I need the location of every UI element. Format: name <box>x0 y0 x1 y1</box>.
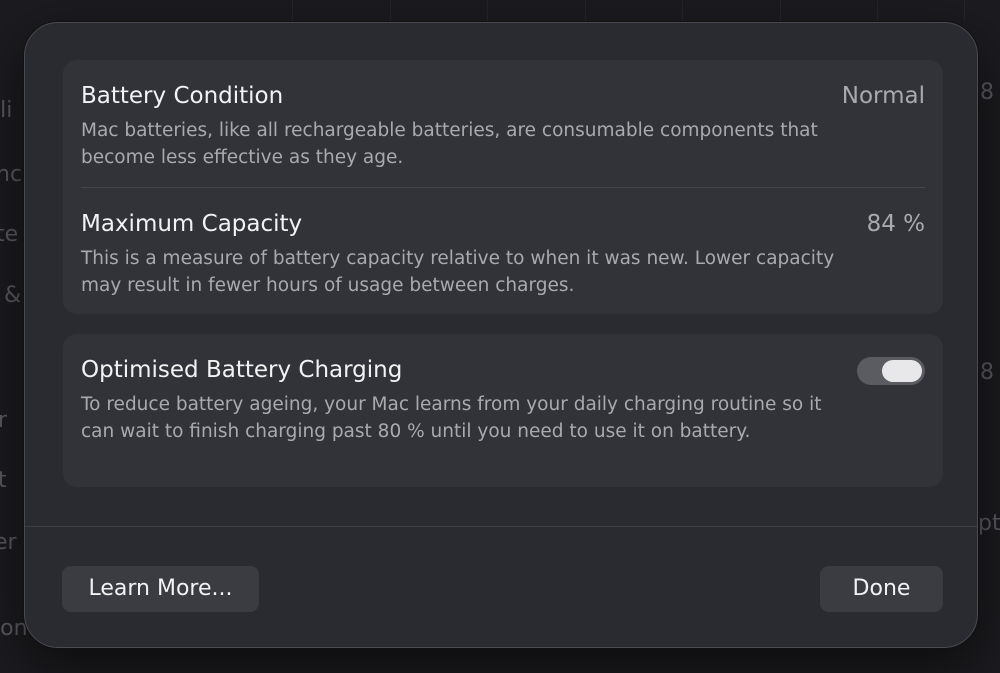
maximum-capacity-value: 84 % <box>866 211 925 237</box>
maximum-capacity-description: This is a measure of battery capacity re… <box>81 248 835 296</box>
footer-divider <box>25 526 977 527</box>
optimised-charging-toggle[interactable] <box>857 357 925 385</box>
battery-condition-title: Battery Condition <box>81 83 284 109</box>
background-text: pt <box>978 511 1000 536</box>
done-button[interactable]: Done <box>820 566 943 612</box>
background-gridline <box>487 0 488 22</box>
background-gridline <box>585 0 586 22</box>
background-text: nc <box>0 162 23 187</box>
charging-settings-group: Optimised Battery Charging To reduce bat… <box>63 334 943 487</box>
optimised-charging-row: Optimised Battery Charging To reduce bat… <box>81 355 925 475</box>
background-text: 8 <box>980 360 994 385</box>
maximum-capacity-title: Maximum Capacity <box>81 211 303 237</box>
background-gridline <box>390 0 391 22</box>
toggle-knob <box>882 360 922 382</box>
background-text: r <box>0 408 8 433</box>
background-text: ili <box>0 98 13 123</box>
background-text: 8 <box>980 80 994 105</box>
background-text: te <box>0 222 19 247</box>
background-gridline <box>780 0 781 22</box>
background-text: ion <box>0 616 28 641</box>
background-gridline <box>292 0 293 22</box>
background-text: er <box>0 530 17 555</box>
optimised-charging-title: Optimised Battery Charging <box>81 357 403 383</box>
background-gridline <box>964 0 965 22</box>
background-text: & <box>4 283 22 308</box>
optimised-charging-description: To reduce battery ageing, your Mac learn… <box>81 394 822 442</box>
background-text: t <box>0 468 7 493</box>
background-gridline <box>682 0 683 22</box>
background-gridline <box>877 0 878 22</box>
maximum-capacity-row: Maximum Capacity 84 % This is a measure … <box>81 209 925 299</box>
learn-more-button[interactable]: Learn More... <box>62 566 259 612</box>
battery-condition-value: Normal <box>841 83 925 109</box>
row-divider <box>81 187 925 188</box>
battery-condition-description: Mac batteries, like all rechargeable bat… <box>81 120 818 168</box>
battery-condition-row: Battery Condition Normal Mac batteries, … <box>81 81 925 171</box>
battery-info-group: Battery Condition Normal Mac batteries, … <box>63 60 943 314</box>
battery-health-dialog: Battery Condition Normal Mac batteries, … <box>24 22 978 648</box>
